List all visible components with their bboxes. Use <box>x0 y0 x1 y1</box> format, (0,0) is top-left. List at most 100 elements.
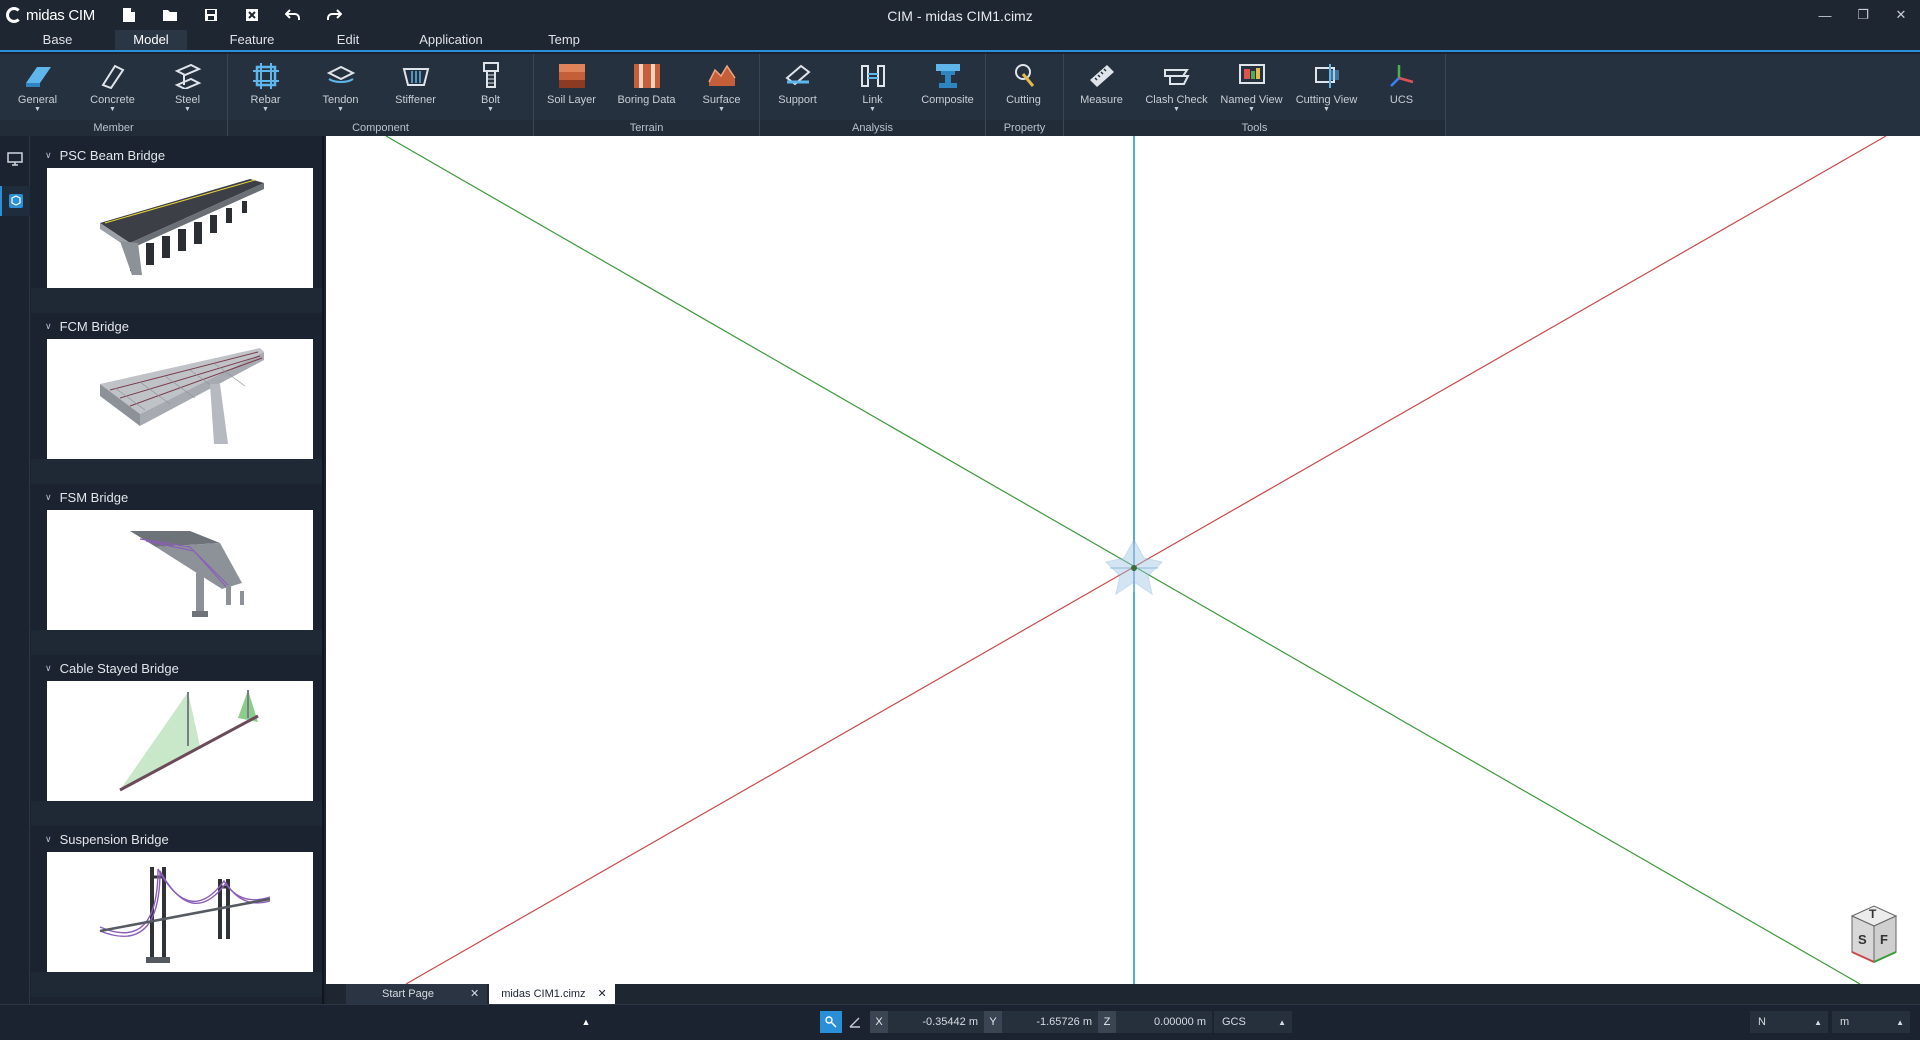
cutting-button[interactable]: Cutting <box>986 54 1061 120</box>
length-unit-select[interactable]: m ▲ <box>1832 1011 1910 1033</box>
soil-layer-icon <box>556 60 588 92</box>
composite-button[interactable]: Composite <box>910 54 985 120</box>
redo-icon[interactable] <box>313 0 354 30</box>
template-header[interactable]: ∨ PSC Beam Bridge <box>31 142 322 168</box>
minimize-icon[interactable]: — <box>1806 0 1844 30</box>
divider <box>31 801 322 826</box>
tab-application[interactable]: Application <box>379 30 523 50</box>
template-cube-icon[interactable] <box>0 186 30 216</box>
cutting-view-button[interactable]: Cutting View ▼ <box>1289 54 1364 120</box>
divider <box>31 630 322 655</box>
template-card-fcm[interactable]: ∨ FCM Bridge <box>31 313 322 484</box>
close-file-icon[interactable] <box>231 0 272 30</box>
template-card-cable-stayed[interactable]: ∨ Cable Stayed Bridge <box>31 655 322 826</box>
template-header[interactable]: ∨ FSM Bridge <box>31 484 322 510</box>
measure-button[interactable]: Measure <box>1064 54 1139 120</box>
snap-icon[interactable] <box>820 1011 842 1033</box>
general-button[interactable]: General ▼ <box>0 54 75 120</box>
fsm-bridge-image <box>130 531 244 617</box>
chevron-down-icon: ∨ <box>45 491 52 502</box>
x-coord-field[interactable]: -0.35442 m <box>888 1011 984 1033</box>
dropdown-arrow-icon: ▼ <box>34 106 41 113</box>
link-button[interactable]: Link ▼ <box>835 54 910 120</box>
template-thumbnail[interactable] <box>47 510 313 630</box>
ribbon: General ▼ Concrete ▼ Steel ▼ Member Rebar ▼ … <box>0 54 1920 136</box>
doc-tab-start-page[interactable]: Start Page ✕ <box>346 984 488 1004</box>
template-thumbnail[interactable] <box>47 681 313 801</box>
force-unit-select[interactable]: N ▲ <box>1750 1011 1828 1033</box>
close-tab-icon[interactable]: ✕ <box>470 984 479 1004</box>
close-tab-icon[interactable]: ✕ <box>598 984 607 1004</box>
dropdown-arrow-icon: ▼ <box>1323 106 1330 113</box>
ribbon-group-terrain: Soil Layer Boring Data Surface ▼ Terrain <box>534 54 760 136</box>
dropdown-arrow-icon: ▼ <box>262 106 269 113</box>
template-thumbnail[interactable] <box>47 168 313 288</box>
view-cube-left-label[interactable]: S <box>1858 932 1867 947</box>
clash-check-button[interactable]: Clash Check ▼ <box>1139 54 1214 120</box>
z-coord-field[interactable]: 0.00000 m <box>1116 1011 1212 1033</box>
y-coord-field[interactable]: -1.65726 m <box>1002 1011 1098 1033</box>
logo-text: midas CIM <box>26 6 95 24</box>
template-panel: ∨ PSC Beam Bridge ∨ FCM Bridge ∨ FSM Bri… <box>31 136 324 1004</box>
template-header[interactable]: ∨ FCM Bridge <box>31 313 322 339</box>
y-coord-label: Y <box>984 1011 1002 1033</box>
named-view-button[interactable]: Named View ▼ <box>1214 54 1289 120</box>
dropdown-arrow-icon: ▼ <box>109 106 116 113</box>
template-card-suspension[interactable]: ∨ Suspension Bridge <box>31 826 322 997</box>
view-cube[interactable]: T S F <box>1840 904 1900 968</box>
template-card-fsm[interactable]: ∨ FSM Bridge <box>31 484 322 655</box>
open-folder-icon[interactable] <box>149 0 190 30</box>
monitor-icon[interactable] <box>0 144 30 174</box>
view-cube-top-label[interactable]: T <box>1869 907 1876 921</box>
fcm-bridge-image <box>100 348 264 444</box>
dropdown-arrow-icon: ▼ <box>718 106 725 113</box>
z-coord-label: Z <box>1098 1011 1116 1033</box>
template-card-psc-beam[interactable]: ∨ PSC Beam Bridge <box>31 142 322 313</box>
clash-check-icon <box>1161 60 1193 92</box>
coord-system-select[interactable]: GCS ▲ <box>1214 1011 1292 1033</box>
ucs-axis-icon <box>1386 60 1418 92</box>
dropdown-arrow-icon: ▼ <box>487 106 494 113</box>
panel-collapse-arrow-icon[interactable]: ▲ <box>575 1011 597 1033</box>
stiffener-icon <box>400 60 432 92</box>
chevron-down-icon: ∨ <box>45 662 52 673</box>
dropdown-arrow-icon: ▼ <box>869 106 876 113</box>
template-thumbnail[interactable] <box>47 852 313 972</box>
quick-access-toolbar <box>108 0 354 30</box>
close-icon[interactable]: ✕ <box>1882 0 1920 30</box>
tab-feature[interactable]: Feature <box>187 30 317 50</box>
rebar-button[interactable]: Rebar ▼ <box>228 54 303 120</box>
title-bar: midas CIM CIM - midas CIM1.cimz — ❐ ✕ <box>0 0 1920 30</box>
angle-snap-icon[interactable] <box>844 1011 866 1033</box>
save-icon[interactable] <box>190 0 231 30</box>
steel-member-icon <box>172 60 204 92</box>
bolt-button[interactable]: Bolt ▼ <box>453 54 528 120</box>
psc-beam-bridge-image <box>100 179 264 275</box>
steel-button[interactable]: Steel ▼ <box>150 54 225 120</box>
ucs-button[interactable]: UCS <box>1364 54 1439 120</box>
tab-model[interactable]: Model <box>115 30 187 50</box>
tab-temp[interactable]: Temp <box>523 30 605 50</box>
tendon-button[interactable]: Tendon ▼ <box>303 54 378 120</box>
link-icon <box>857 60 889 92</box>
support-button[interactable]: Support <box>760 54 835 120</box>
dropdown-arrow-icon: ▼ <box>184 106 191 113</box>
restore-icon[interactable]: ❐ <box>1844 0 1882 30</box>
doc-tab-cimz-file[interactable]: midas CIM1.cimz ✕ <box>489 984 615 1004</box>
template-header[interactable]: ∨ Cable Stayed Bridge <box>31 655 322 681</box>
soil-layer-button[interactable]: Soil Layer <box>534 54 609 120</box>
status-bar: ▲ X -0.35442 m Y -1.65726 m Z 0.00000 m … <box>0 1004 1920 1040</box>
new-file-icon[interactable] <box>108 0 149 30</box>
boring-data-button[interactable]: Boring Data <box>609 54 684 120</box>
3d-viewport[interactable]: T S F <box>326 136 1920 984</box>
view-cube-front-label[interactable]: F <box>1880 932 1888 947</box>
surface-button[interactable]: Surface ▼ <box>684 54 759 120</box>
tab-edit[interactable]: Edit <box>317 30 379 50</box>
template-thumbnail[interactable] <box>47 339 313 459</box>
undo-icon[interactable] <box>272 0 313 30</box>
concrete-button[interactable]: Concrete ▼ <box>75 54 150 120</box>
template-header[interactable]: ∨ Suspension Bridge <box>31 826 322 852</box>
stiffener-button[interactable]: Stiffener <box>378 54 453 120</box>
app-logo: midas CIM <box>0 7 108 24</box>
tab-base[interactable]: Base <box>0 30 115 50</box>
